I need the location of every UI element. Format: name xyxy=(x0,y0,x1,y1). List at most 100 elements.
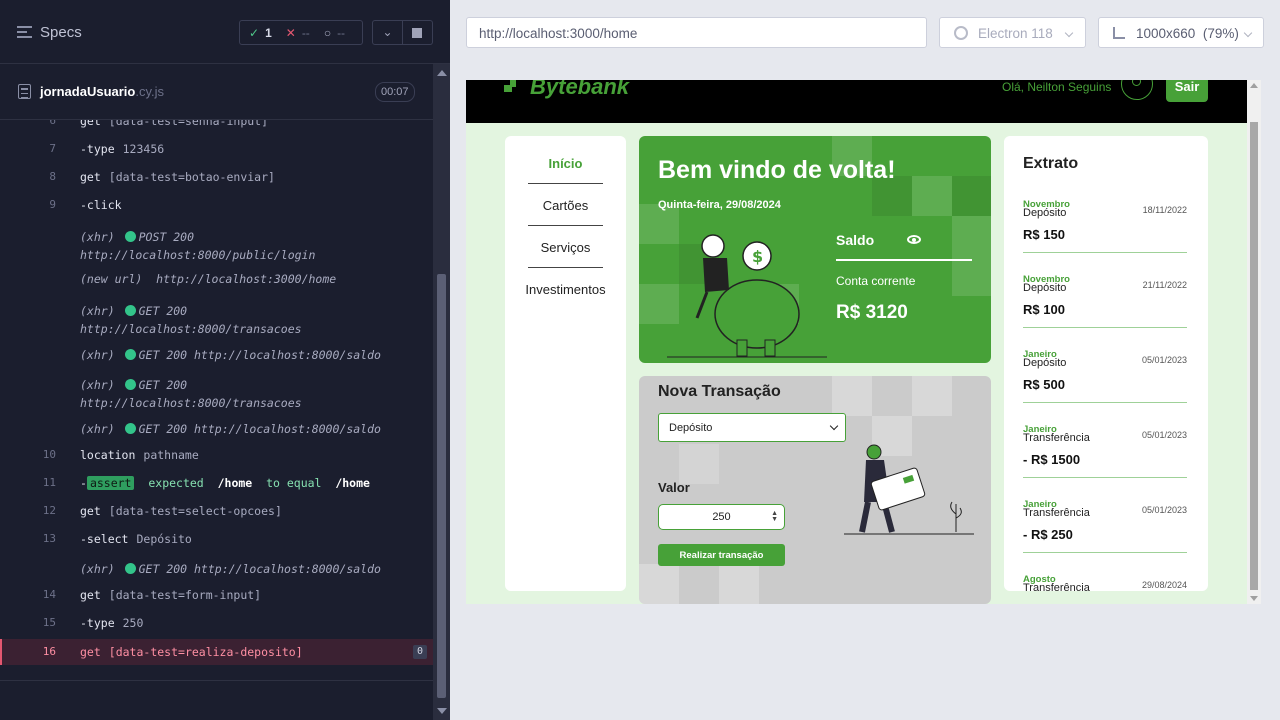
piggy-bank-illustration: $ xyxy=(667,234,827,358)
xhr-entry: (xhr) GET 200 http://localhost:8000/saldo xyxy=(80,562,381,576)
statement-type: Transferência xyxy=(1023,432,1090,444)
xhr-entry: (xhr) GET 200 http://localhost:8000/saldo xyxy=(80,348,381,362)
status-dot-icon xyxy=(124,305,136,316)
xhr-url: http://localhost:8000/transacoes xyxy=(80,396,302,410)
line-number: 10 xyxy=(42,448,56,461)
nav-divider xyxy=(528,267,603,268)
xhr-entry: (xhr) GET 200 http://localhost:8000/transa… xyxy=(80,376,302,412)
specs-menu-icon[interactable] xyxy=(17,26,32,38)
logout-button[interactable]: Sair xyxy=(1166,80,1208,102)
xhr-url: http://localhost:8000/transacoes xyxy=(80,322,302,336)
xhr-url: http://localhost:8000/public/login xyxy=(80,248,316,262)
chevron-down-icon xyxy=(1243,28,1253,38)
log-scrollbar[interactable] xyxy=(433,64,450,720)
command-log: 6 get [data-test=senha-input] 7 -type 123456… xyxy=(0,120,433,680)
scroll-thumb[interactable] xyxy=(1250,122,1258,590)
xhr-label: (xhr) xyxy=(80,304,115,318)
chevron-down-icon xyxy=(1064,28,1074,38)
balance-value: R$ 3120 xyxy=(836,302,908,323)
xhr-label: (xhr) xyxy=(80,230,115,244)
active-log-row[interactable]: 16 get [data-test=realiza-deposito] 0 xyxy=(0,639,433,665)
cmd-name: - xyxy=(80,476,87,490)
browser-name: Electron 118 xyxy=(978,26,1053,41)
scroll-up-icon[interactable] xyxy=(437,70,447,76)
eye-icon[interactable] xyxy=(907,235,921,244)
statement-value: - R$ 250 xyxy=(1023,527,1073,542)
value-input[interactable]: 250 ▲ ▼ xyxy=(658,504,785,530)
pending-count: -- xyxy=(337,25,346,40)
specs-title[interactable]: Specs xyxy=(40,24,82,41)
test-stats: ✓ 1 ✕ -- ○ -- xyxy=(239,20,363,45)
scroll-up-icon[interactable] xyxy=(1250,83,1258,88)
viewport-selector[interactable]: 1000x660 (79%) xyxy=(1098,17,1264,48)
nav-divider xyxy=(528,183,603,184)
log-command: get [data-test=select-opcoes] xyxy=(80,504,282,518)
log-command: location pathname xyxy=(80,448,199,462)
nav-item-investimentos[interactable]: Investimentos xyxy=(505,282,626,297)
xhr-request: GET 200 xyxy=(138,304,188,318)
cmd-arg: Depósito xyxy=(136,532,192,546)
xhr-request: GET 200 http://localhost:8000/saldo xyxy=(138,348,381,362)
transaction-type-select[interactable]: Depósito xyxy=(658,413,846,442)
spec-header[interactable]: jornadaUsuario.cy.js 00:07 xyxy=(0,76,433,120)
scroll-down-icon[interactable] xyxy=(1250,596,1258,601)
statement-type: Depósito xyxy=(1023,207,1067,219)
cmd-name: -click xyxy=(80,198,122,212)
nav-item-cartoes[interactable]: Cartões xyxy=(505,198,626,213)
submit-transaction-button[interactable]: Realizar transação xyxy=(658,544,785,566)
xhr-request: GET 200 http://localhost:8000/saldo xyxy=(138,422,381,436)
line-number: 13 xyxy=(42,532,56,545)
cmd-arg: [data-test=senha-input] xyxy=(108,120,269,128)
collapse-button[interactable]: ⌄ xyxy=(372,20,403,45)
assert-actual: /home xyxy=(217,476,253,490)
spec-filename: jornadaUsuario.cy.js xyxy=(40,84,164,99)
statement-date: 05/01/2023 xyxy=(1141,430,1187,440)
stop-button[interactable] xyxy=(403,20,433,45)
log-command: get [data-test=botao-enviar] xyxy=(80,170,275,184)
statement-date: 05/01/2023 xyxy=(1141,355,1187,365)
assert-text: expected xyxy=(148,476,204,490)
scroll-thumb[interactable] xyxy=(437,274,446,698)
statement-type: Transferência xyxy=(1023,507,1090,519)
xhr-label: (xhr) xyxy=(80,348,115,362)
pattern-tile xyxy=(952,216,991,256)
log-command: -type 123456 xyxy=(80,142,164,156)
avatar-icon[interactable] xyxy=(1121,80,1153,100)
status-dot-icon xyxy=(124,423,136,434)
line-number: 16 xyxy=(42,645,56,658)
ruler-icon xyxy=(1113,27,1125,39)
welcome-date: Quinta-feira, 29/08/2024 xyxy=(658,199,781,211)
url-bar[interactable]: http://localhost:3000/home xyxy=(466,17,927,48)
statement-type: Depósito xyxy=(1023,357,1067,369)
viewport-size: 1000x660 xyxy=(1136,26,1196,41)
log-command: get [data-test=senha-input] xyxy=(80,120,268,128)
saldo-divider xyxy=(836,259,972,261)
xhr-label: (xhr) xyxy=(80,422,115,436)
passed-stat: ✓ 1 xyxy=(249,26,272,40)
status-dot-icon xyxy=(124,231,136,242)
statement-divider xyxy=(1023,327,1187,328)
side-nav: Início Cartões Serviços Investimentos xyxy=(505,136,626,591)
pattern-tile xyxy=(952,256,991,296)
nav-item-inicio[interactable]: Início xyxy=(505,156,626,171)
statement-item: Novembro Depósito 18/11/2022 R$ 150 xyxy=(1023,194,1187,253)
assert-expected: /home xyxy=(335,476,370,490)
browser-selector[interactable]: Electron 118 xyxy=(939,17,1086,48)
cmd-name: get xyxy=(80,120,101,128)
line-number: 15 xyxy=(42,616,56,629)
chevron-down-icon: ⌄ xyxy=(382,25,393,39)
logo-text: Bytebank xyxy=(530,80,630,99)
scroll-down-icon[interactable] xyxy=(437,708,447,714)
logo-icon xyxy=(504,80,516,92)
statement-value: R$ 100 xyxy=(1023,302,1065,317)
statement-date: 29/08/2024 xyxy=(1141,580,1187,590)
nav-item-servicos[interactable]: Serviços xyxy=(505,240,626,255)
x-icon: ✕ xyxy=(285,25,296,40)
xhr-entry: (xhr) POST 200 http://localhost:8000/publi… xyxy=(80,228,315,264)
cmd-name: -type xyxy=(80,616,115,630)
spinner-icon[interactable]: ▲ ▼ xyxy=(771,510,778,523)
statement-divider xyxy=(1023,552,1187,553)
new-url-label: (new url) xyxy=(80,272,143,286)
app-scrollbar[interactable] xyxy=(1247,80,1261,604)
file-icon xyxy=(18,84,31,99)
